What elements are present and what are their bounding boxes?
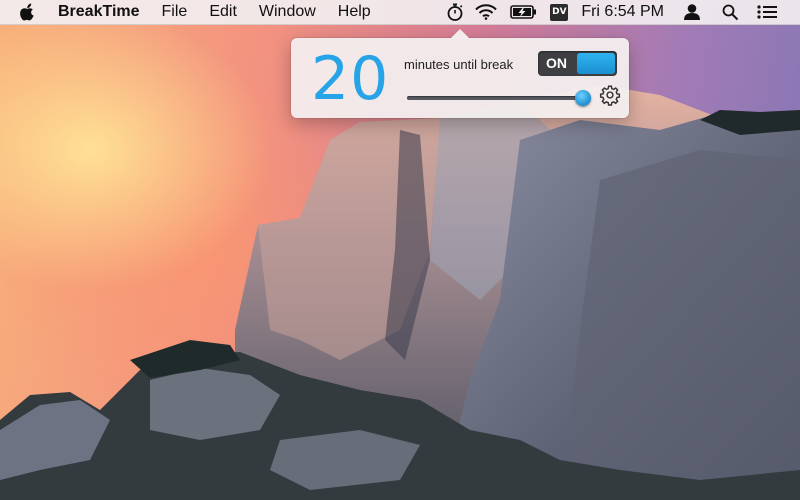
toggle-label: ON (546, 55, 567, 71)
popover-arrow (450, 29, 470, 39)
apple-menu-icon[interactable] (20, 2, 40, 22)
menu-window[interactable]: Window (259, 3, 316, 21)
wifi-icon[interactable] (475, 0, 498, 24)
minutes-until-break-label: minutes until break (404, 57, 514, 72)
dv-app-icon[interactable]: DV (549, 0, 569, 24)
dv-label: DV (550, 3, 569, 21)
breaktime-popover: 20 minutes until break ON (291, 29, 629, 118)
break-toggle-switch[interactable]: ON (538, 51, 617, 76)
slider-thumb[interactable] (575, 90, 591, 106)
gear-icon[interactable] (599, 84, 621, 106)
minutes-value: 20 (311, 44, 390, 114)
menu-bar: BreakTime File Edit Window Help DV Fri 6… (0, 0, 800, 25)
menubar-clock[interactable]: Fri 6:54 PM (581, 3, 664, 21)
battery-charging-icon[interactable] (509, 0, 537, 24)
notification-center-icon[interactable] (756, 0, 778, 24)
toggle-knob (577, 53, 615, 74)
interval-slider[interactable] (407, 90, 591, 106)
status-area: DV Fri 6:54 PM (445, 0, 800, 24)
spotlight-search-icon[interactable] (720, 0, 740, 24)
stopwatch-icon[interactable] (445, 0, 465, 24)
app-name-menu[interactable]: BreakTime (58, 3, 140, 21)
menu-file[interactable]: File (162, 3, 188, 21)
user-icon[interactable] (682, 0, 702, 24)
menu-help[interactable]: Help (338, 3, 371, 21)
menu-edit[interactable]: Edit (209, 3, 237, 21)
